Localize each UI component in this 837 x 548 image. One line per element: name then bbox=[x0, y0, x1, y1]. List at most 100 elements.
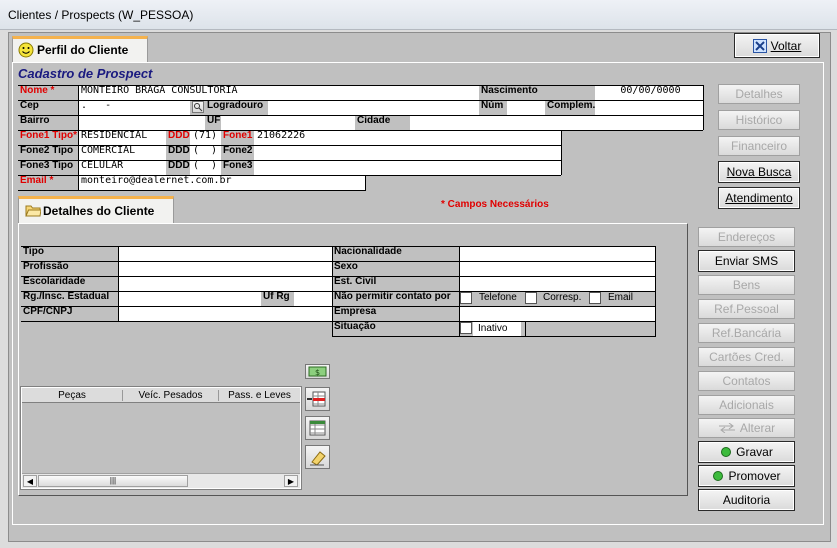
email-checkbox[interactable] bbox=[589, 292, 601, 304]
promover-button[interactable]: Promover bbox=[698, 465, 795, 487]
eraser-button[interactable] bbox=[305, 445, 330, 469]
fone3-tipo-field[interactable]: CELULAR bbox=[78, 160, 166, 175]
fone2-ddd-field[interactable]: ( ) bbox=[190, 145, 221, 160]
detalhes-label: Detalhes bbox=[735, 87, 783, 101]
contatos-button[interactable]: Contatos bbox=[698, 371, 795, 391]
table-insert-button[interactable] bbox=[305, 387, 330, 411]
atendimento-label: Atendimento bbox=[725, 191, 793, 205]
email-label: Email * bbox=[18, 175, 78, 190]
atendimento-button[interactable]: Atendimento bbox=[718, 187, 800, 209]
horizontal-scrollbar[interactable]: ◀ ||| ▶ bbox=[22, 473, 300, 488]
voltar-label: Voltar bbox=[770, 38, 802, 53]
escolaridade-field[interactable] bbox=[118, 276, 332, 291]
inativo-label: Inativo bbox=[473, 321, 521, 336]
folder-icon bbox=[25, 205, 41, 217]
alterar-button[interactable]: Alterar bbox=[698, 418, 795, 438]
cartoes-button[interactable]: Cartões Cred. bbox=[698, 347, 795, 367]
contact-options: Telefone Corresp. Email bbox=[459, 291, 655, 306]
auditoria-button[interactable]: Auditoria bbox=[698, 489, 795, 511]
sexo-field[interactable] bbox=[459, 261, 655, 276]
enderecos-button[interactable]: Endereços bbox=[698, 227, 795, 247]
inativo-checkbox[interactable] bbox=[460, 322, 472, 334]
fone1-tipo-field[interactable]: RESIDENCIAL bbox=[78, 130, 166, 145]
fone1-extra-field[interactable] bbox=[365, 130, 561, 145]
num-field[interactable] bbox=[507, 100, 545, 115]
svg-text:$: $ bbox=[315, 368, 320, 377]
fone1-label: Fone1 bbox=[221, 130, 254, 145]
green-dot-icon bbox=[713, 471, 724, 481]
email-field[interactable]: monteiro@dealernet.com.br bbox=[78, 175, 365, 190]
logradouro-field[interactable] bbox=[268, 100, 479, 115]
detalhes-button[interactable]: Detalhes bbox=[718, 84, 800, 104]
bairro-field[interactable] bbox=[78, 115, 205, 130]
empresa-field[interactable] bbox=[459, 306, 655, 321]
gravar-button[interactable]: Gravar bbox=[698, 441, 795, 463]
enviar-sms-button[interactable]: Enviar SMS bbox=[698, 250, 795, 272]
voltar-button[interactable]: Voltar bbox=[734, 33, 820, 58]
financeiro-button[interactable]: Financeiro bbox=[718, 136, 800, 156]
bens-button[interactable]: Bens bbox=[698, 275, 795, 295]
grid-header: Peças Veíc. Pesados Pass. e Leves bbox=[22, 388, 300, 403]
tipo-field[interactable] bbox=[118, 246, 332, 261]
ref-bancaria-button[interactable]: Ref.Bancária bbox=[698, 323, 795, 343]
cep-field[interactable]: . - bbox=[78, 100, 190, 115]
fone1-ddd-label: DDD bbox=[166, 130, 190, 145]
fone3-ddd-field[interactable]: ( ) bbox=[190, 160, 221, 175]
tab-detalhes-cliente[interactable]: Detalhes do Cliente bbox=[18, 196, 174, 223]
fone2-label: Fone2 bbox=[221, 145, 254, 160]
corresp-label: Corresp. bbox=[543, 292, 582, 303]
fone3-extra-field[interactable] bbox=[365, 160, 561, 175]
page-title: Cadastro de Prospect bbox=[18, 66, 153, 81]
fone2-tipo-field[interactable]: COMERCIAL bbox=[78, 145, 166, 160]
bens-label: Bens bbox=[732, 278, 761, 292]
telefone-checkbox[interactable] bbox=[460, 292, 472, 304]
tab-perfil-cliente[interactable]: Perfil do Cliente bbox=[12, 36, 148, 62]
empresa-label: Empresa bbox=[332, 306, 459, 321]
grid-col-leves: Pass. e Leves bbox=[218, 390, 300, 401]
scroll-thumb[interactable]: ||| bbox=[38, 475, 188, 487]
adicionais-button[interactable]: Adicionais bbox=[698, 395, 795, 415]
cidade-field[interactable] bbox=[410, 115, 703, 130]
green-dot-icon bbox=[721, 447, 732, 457]
title-bar: Clientes / Prospects (W_PESSOA) bbox=[0, 0, 837, 30]
cep-search-button[interactable] bbox=[192, 101, 204, 113]
fone2-extra-field[interactable] bbox=[365, 145, 561, 160]
table-edit-icon bbox=[309, 420, 326, 436]
nova-busca-label: Nova Busca bbox=[726, 165, 792, 179]
historico-button[interactable]: Histórico bbox=[718, 110, 800, 130]
fone1-field[interactable]: 21062226 bbox=[254, 130, 365, 145]
escolaridade-label: Escolaridade bbox=[21, 276, 118, 291]
nova-busca-button[interactable]: Nova Busca bbox=[718, 161, 800, 183]
prospect-form: Nome * MONTEIRO BRAGA CONSULTORIA Nascim… bbox=[18, 85, 704, 191]
situacao-options: Inativo bbox=[459, 321, 655, 336]
scroll-left-icon[interactable]: ◀ bbox=[23, 475, 37, 487]
nacionalidade-field[interactable] bbox=[459, 246, 655, 261]
scroll-right-icon[interactable]: ▶ bbox=[284, 475, 298, 487]
search-icon bbox=[194, 103, 203, 112]
profissao-field[interactable] bbox=[118, 261, 332, 276]
required-note: * Campos Necessários bbox=[441, 199, 549, 210]
est-civil-field[interactable] bbox=[459, 276, 655, 291]
enderecos-label: Endereços bbox=[717, 230, 776, 244]
nascimento-field[interactable]: 00/00/0000 bbox=[595, 85, 703, 100]
rg-field[interactable] bbox=[118, 291, 261, 306]
cpf-field[interactable] bbox=[118, 306, 332, 321]
table-edit-button[interactable] bbox=[305, 416, 330, 440]
swap-icon bbox=[718, 423, 735, 433]
fone2-ddd-label: DDD bbox=[166, 145, 190, 160]
uf-rg-field[interactable] bbox=[294, 291, 332, 306]
fone2-field[interactable] bbox=[254, 145, 365, 160]
uf-field[interactable] bbox=[221, 115, 355, 130]
fone3-field[interactable] bbox=[254, 160, 365, 175]
fone1-ddd-field[interactable]: (71) bbox=[190, 130, 221, 145]
alterar-label: Alterar bbox=[739, 421, 776, 435]
corresp-checkbox[interactable] bbox=[525, 292, 537, 304]
complem-field[interactable] bbox=[595, 100, 703, 115]
nome-label: Nome * bbox=[18, 85, 78, 100]
tipo-label: Tipo bbox=[21, 246, 118, 261]
rg-label: Rg./Insc. Estadual bbox=[21, 291, 118, 306]
uf-label: UF bbox=[205, 115, 221, 130]
nome-field[interactable]: MONTEIRO BRAGA CONSULTORIA bbox=[78, 85, 479, 100]
money-button[interactable]: $ bbox=[305, 364, 330, 379]
ref-pessoal-button[interactable]: Ref.Pessoal bbox=[698, 299, 795, 319]
